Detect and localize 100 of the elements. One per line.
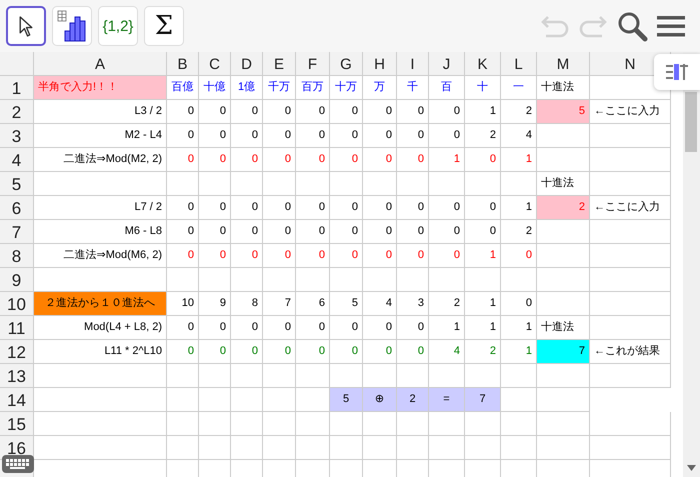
table-cell: 二進法⇒Mod(M6, 2) — [34, 244, 167, 268]
keyboard-button[interactable] — [2, 455, 34, 473]
row-header[interactable]: 5 — [12, 176, 22, 194]
table-cell: 0 — [199, 148, 231, 172]
table-cell: 0 — [199, 100, 231, 124]
row-header[interactable]: 7 — [12, 224, 22, 242]
menu-button[interactable] — [656, 14, 686, 38]
table-cell: 0 — [363, 196, 397, 220]
row-header[interactable]: 6 — [12, 200, 22, 218]
row-header[interactable]: 8 — [12, 248, 22, 266]
table-cell: 0 — [397, 124, 429, 148]
table-cell: 2 — [537, 196, 590, 220]
table-cell — [296, 412, 330, 436]
corner-cell[interactable] — [0, 52, 34, 76]
table-cell: 1 — [465, 292, 501, 316]
column-header[interactable]: A — [94, 56, 105, 73]
table-cell — [537, 412, 590, 436]
table-cell — [199, 172, 231, 196]
table-cell — [167, 412, 199, 436]
row-header[interactable]: 14 — [7, 392, 26, 410]
column-header[interactable]: M — [556, 56, 570, 73]
row-header[interactable]: 15 — [7, 416, 26, 434]
table-cell: 0 — [231, 148, 263, 172]
column-header[interactable]: B — [177, 56, 188, 73]
column-header[interactable]: E — [274, 56, 284, 73]
table-cell: 0 — [429, 220, 465, 244]
table-cell: 0 — [330, 100, 363, 124]
table-cell — [363, 412, 397, 436]
table-cell: 0 — [363, 340, 397, 364]
table-cell: M2 - L4 — [34, 124, 167, 148]
list-tool-button[interactable]: {1,2} — [98, 6, 138, 46]
table-cell — [231, 268, 263, 292]
column-header[interactable]: J — [442, 56, 450, 73]
table-cell: 4 — [363, 292, 397, 316]
column-header[interactable]: D — [241, 56, 252, 73]
column-header[interactable]: L — [514, 56, 523, 73]
table-cell: 1 — [429, 148, 465, 172]
table-cell — [199, 364, 231, 388]
row-header[interactable]: 1 — [12, 80, 22, 98]
row-header[interactable]: 3 — [12, 128, 22, 146]
table-cell: 0 — [330, 124, 363, 148]
table-cell: ←これが結果 — [590, 340, 671, 364]
scroll-down-icon[interactable] — [687, 465, 696, 471]
column-header[interactable]: N — [624, 56, 636, 73]
table-cell: L7 / 2 — [34, 196, 167, 220]
row-header[interactable]: 9 — [12, 272, 22, 290]
menu-icon — [656, 14, 686, 38]
table-cell: 0 — [296, 148, 330, 172]
search-button[interactable] — [616, 10, 648, 42]
table-cell: 二進法⇒Mod(M2, 2) — [34, 148, 167, 172]
table-cell: 2 — [397, 388, 429, 412]
table-cell: 0 — [231, 124, 263, 148]
table-cell: 0 — [263, 124, 296, 148]
table-cell — [465, 268, 501, 292]
table-cell — [363, 268, 397, 292]
table-cell: 0 — [465, 196, 501, 220]
table-cell: 十万 — [330, 76, 363, 100]
table-cell — [537, 268, 590, 292]
column-header[interactable]: I — [410, 56, 415, 73]
table-cell: 1 — [429, 316, 465, 340]
table-cell — [501, 436, 537, 460]
row-header[interactable]: 10 — [7, 296, 26, 314]
table-cell: Mod(L4 + L8, 2) — [34, 316, 167, 340]
table-cell: 2 — [465, 340, 501, 364]
column-header[interactable]: K — [477, 56, 488, 73]
table-cell: 1 — [501, 148, 537, 172]
table-cell: 0 — [167, 220, 199, 244]
row-header[interactable]: 16 — [7, 440, 26, 458]
table-cell — [263, 364, 296, 388]
table-cell: 0 — [296, 124, 330, 148]
pointer-tool-button[interactable] — [6, 6, 46, 46]
row-header[interactable]: 11 — [8, 320, 26, 338]
table-cell — [231, 172, 263, 196]
table-cell: L11 * 2^L10 — [34, 340, 167, 364]
table-cell — [429, 268, 465, 292]
undo-icon — [540, 13, 570, 39]
row-header[interactable]: 12 — [7, 344, 26, 362]
table-cell — [231, 412, 263, 436]
table-cell: 8 — [231, 292, 263, 316]
chart-tool-button[interactable] — [52, 6, 92, 46]
column-header[interactable]: C — [209, 56, 220, 73]
table-cell: 0 — [296, 196, 330, 220]
table-cell: 0 — [296, 316, 330, 340]
table-cell: 十億 — [199, 76, 231, 100]
sum-tool-button[interactable]: Σ — [144, 6, 184, 46]
table-cell: 0 — [501, 292, 537, 316]
scrollbar-thumb[interactable] — [685, 92, 697, 152]
table-cell: 0 — [231, 196, 263, 220]
row-header[interactable]: 4 — [12, 152, 22, 170]
style-bar-button[interactable] — [654, 54, 700, 90]
column-header[interactable]: G — [340, 56, 352, 73]
table-cell — [167, 172, 199, 196]
table-cell — [465, 172, 501, 196]
table-cell: 5 — [330, 292, 363, 316]
column-header[interactable]: F — [308, 56, 318, 73]
table-cell — [330, 436, 363, 460]
table-cell — [263, 172, 296, 196]
row-header[interactable]: 13 — [7, 368, 26, 386]
row-header[interactable]: 2 — [12, 104, 22, 122]
column-header[interactable]: H — [374, 56, 385, 73]
